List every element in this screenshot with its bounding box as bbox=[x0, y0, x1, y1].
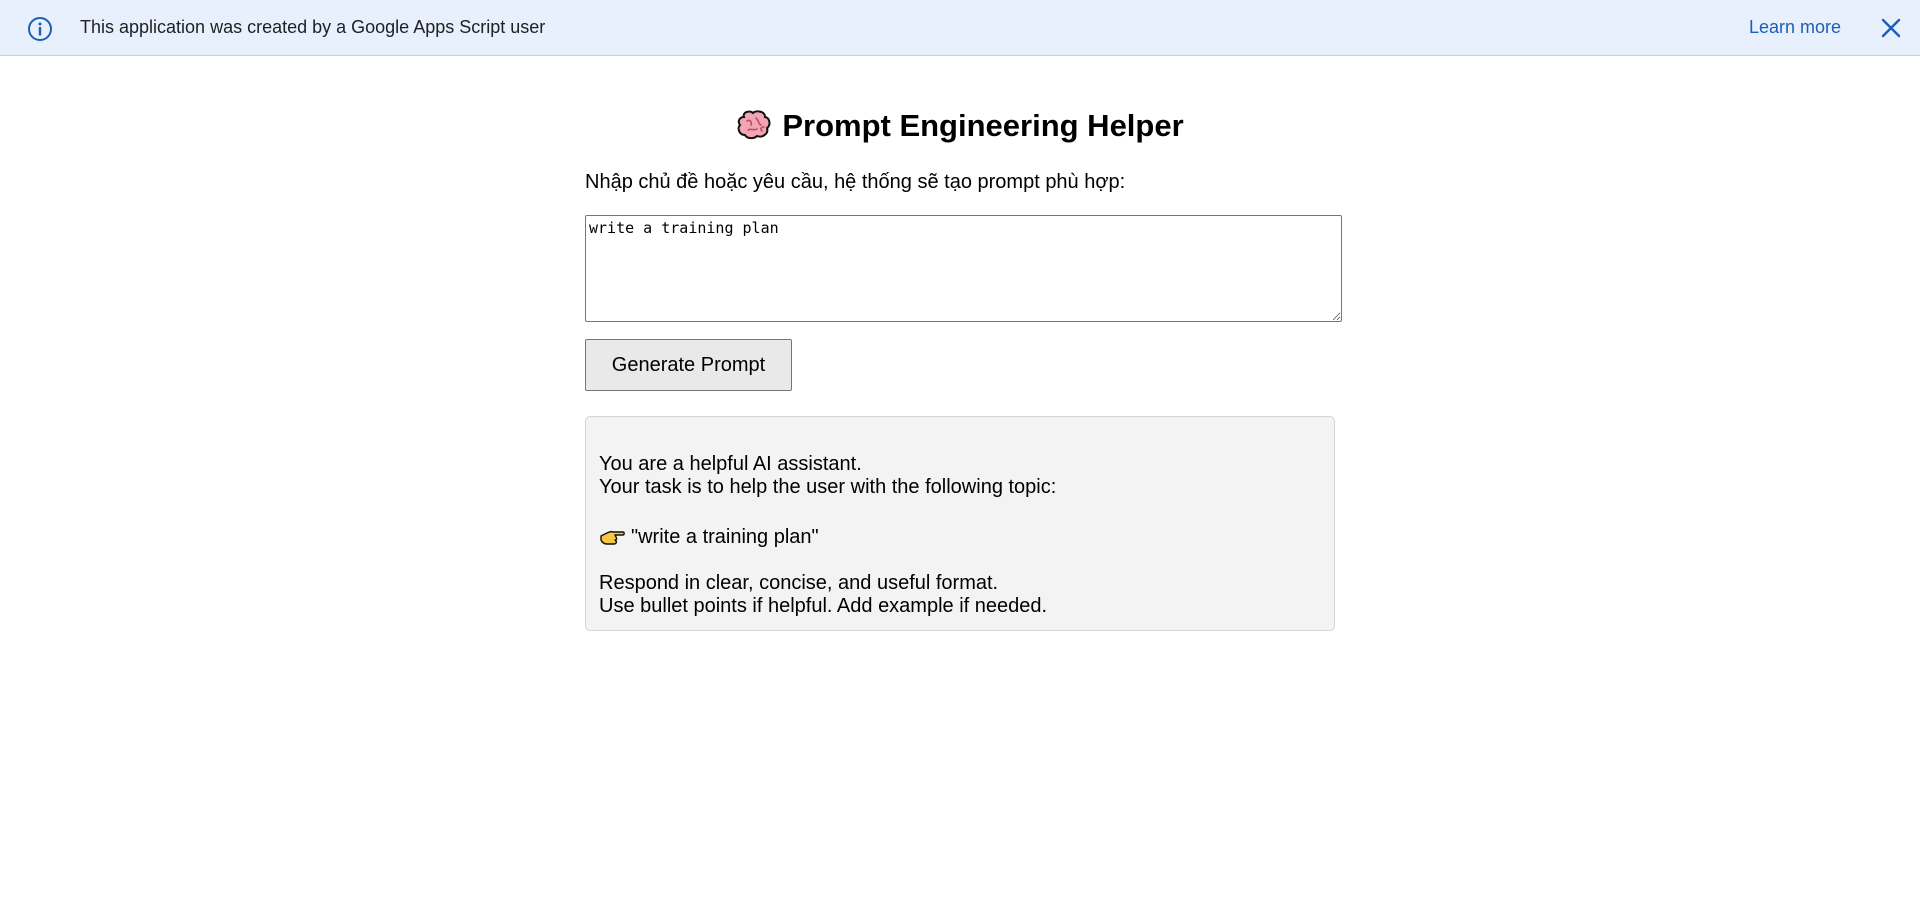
prompt-topic: "write a training plan" bbox=[631, 526, 819, 548]
prompt-line-task: Your task is to help the user with the f… bbox=[599, 476, 1057, 498]
generated-prompt-output: You are a helpful AI assistant. Your tas… bbox=[585, 416, 1335, 631]
learn-more-link[interactable]: Learn more bbox=[1749, 17, 1841, 38]
close-icon[interactable] bbox=[1879, 16, 1903, 40]
banner-message: This application was created by a Google… bbox=[80, 17, 546, 37]
topic-input[interactable]: write a training plan bbox=[585, 215, 1342, 322]
prompt-topic-line: "write a training plan" bbox=[599, 526, 1322, 549]
instruction-text: Nhập chủ đề hoặc yêu cầu, hệ thống sẽ tạ… bbox=[585, 171, 1126, 193]
info-icon bbox=[28, 17, 52, 41]
page-title-text: Prompt Engineering Helper bbox=[782, 108, 1184, 143]
page-title: Prompt Engineering Helper bbox=[0, 108, 1920, 144]
pointing-hand-icon bbox=[600, 530, 625, 545]
info-banner: This application was created by a Google… bbox=[0, 0, 1920, 56]
brain-icon bbox=[738, 110, 771, 140]
prompt-line-bullets: Use bullet points if helpful. Add exampl… bbox=[599, 595, 1048, 617]
generate-prompt-button[interactable]: Generate Prompt bbox=[585, 339, 792, 391]
prompt-line-format: Respond in clear, concise, and useful fo… bbox=[599, 572, 999, 594]
prompt-line-role: You are a helpful AI assistant. bbox=[599, 453, 862, 475]
